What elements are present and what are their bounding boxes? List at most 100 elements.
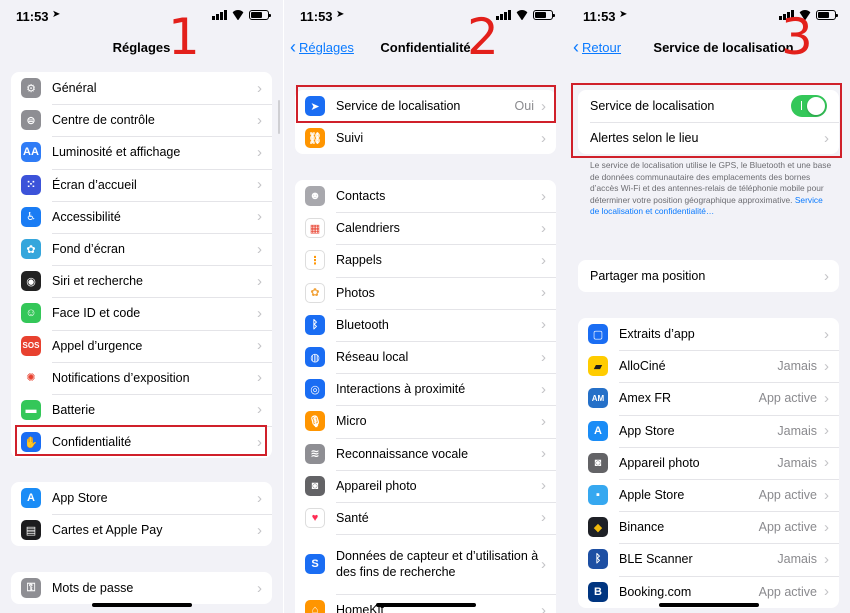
settings-row-privacy[interactable]: ✋ Confidentialité › [11,426,272,458]
chevron-right-icon: › [257,272,262,290]
row-label: Général [52,81,97,96]
settings-row-emergency-sos[interactable]: SOS Appel d’urgence › [11,329,272,362]
location-services-panel: 11:53 ➤ ‹ Retour Service de localisation … [567,0,850,613]
app-row-allocine[interactable]: ▰ AlloCiné Jamais › [578,350,839,382]
status-icons [212,10,271,20]
aa-icon: AA [21,142,41,163]
row-value: App active [758,391,817,406]
location-services-toggle[interactable] [791,95,827,118]
settings-row-tracking[interactable]: ⛓ Suivi › [295,122,556,154]
settings-row-local-network[interactable]: ◍ Réseau local › [295,340,556,373]
allocine-icon: ▰ [588,356,608,377]
settings-row-control-center[interactable]: ⊜ Centre de contrôle › [11,104,272,136]
nearby-icon: ◎ [305,379,325,400]
settings-row-camera[interactable]: ◙ Appareil photo › [295,469,556,502]
row-label: Données de capteur et d’utilisation à de… [336,549,539,580]
settings-row-location-alerts[interactable]: Alertes selon le lieu › [578,122,839,154]
bluetooth-icon: ᛒ [305,314,325,335]
settings-row-siri[interactable]: ◉ Siri et recherche › [11,265,272,297]
settings-row-location-services[interactable]: ➤ Service de localisation Oui › [295,90,556,122]
chevron-right-icon: › [257,304,262,322]
settings-row-photos[interactable]: ✿ Photos › [295,276,556,309]
row-label: Cartes et Apple Pay [52,523,163,538]
settings-row-accessibility[interactable]: ♿ Accessibilité › [11,200,272,233]
chevron-right-icon: › [824,454,829,472]
settings-row-research[interactable]: S Données de capteur et d’utilisation à d… [295,534,556,594]
chevron-right-icon: › [257,176,262,194]
settings-row-display[interactable]: AA Luminosité et affichage › [11,136,272,168]
settings-row-health[interactable]: ♥ Santé › [295,501,556,534]
chevron-right-icon: › [541,187,546,205]
chevron-right-icon: › [824,325,829,343]
app-store-icon: A [21,488,41,509]
chevron-right-icon: › [541,445,546,463]
row-label: Calendriers [336,221,400,236]
app-row-app-store[interactable]: A App Store Jamais › [578,414,839,447]
app-row-ble-scanner[interactable]: ᛒ BLE Scanner Jamais › [578,543,839,575]
app-clip-icon: ▢ [588,324,608,345]
row-label: Service de localisation [590,99,715,114]
chevron-right-icon: › [541,316,546,334]
chevron-right-icon: › [541,97,546,115]
chevron-right-icon: › [541,251,546,269]
settings-group: ⚿ Mots de passe › [11,572,272,605]
app-row-app-clips[interactable]: ▢ Extraits d’app › [578,318,839,350]
battery-status-icon [533,10,555,20]
chevron-right-icon: › [824,267,829,285]
chevron-right-icon: › [541,348,546,366]
home-indicator [658,603,759,607]
settings-row-exposure[interactable]: ✺ Notifications d’exposition › [11,361,272,394]
chevron-right-icon: › [824,583,829,601]
row-label: Suivi [336,131,364,146]
toggles-icon: ⊜ [21,110,41,131]
settings-row-wallet[interactable]: ▤ Cartes et Apple Pay › [11,514,272,546]
settings-row-bluetooth[interactable]: ᛒ Bluetooth › [295,308,556,341]
row-label: BLE Scanner [619,552,693,567]
key-icon: ⚿ [21,578,41,599]
row-label: Réseau local [336,350,409,365]
row-label: Appel d’urgence [52,338,143,353]
chevron-right-icon: › [541,380,546,398]
row-label: Photos [336,285,375,300]
settings-row-passwords[interactable]: ⚿ Mots de passe › [11,572,272,604]
calendar-icon: ▦ [305,218,325,239]
chevron-right-icon: › [824,486,829,504]
chevron-right-icon: › [257,369,262,387]
chevron-right-icon: › [257,521,262,539]
row-label: Santé [336,510,369,525]
grid-icon: ⁙ [21,174,41,195]
settings-row-contacts[interactable]: ☻ Contacts › [295,180,556,212]
row-label: Partager ma position [590,269,706,284]
booking-icon: B [588,581,608,602]
camera-icon: ◙ [305,475,325,496]
row-value: Jamais [777,423,817,438]
settings-row-wallpaper[interactable]: ✿ Fond d’écran › [11,232,272,265]
binance-icon: ◆ [588,517,608,538]
settings-group: A App Store › ▤ Cartes et Apple Pay › [11,482,272,547]
settings-row-reminders[interactable]: ⋮ Rappels › [295,244,556,276]
app-row-amex[interactable]: AM Amex FR App active › [578,382,839,414]
battery-status-icon [816,10,838,20]
privacy-panel: 11:53 ➤ ‹ Réglages Confidentialité 2 ➤ Ser… [284,0,567,613]
app-row-apple-store[interactable]: ▪ Apple Store App active › [578,478,839,511]
settings-row-share-location[interactable]: Partager ma position › [578,260,839,292]
settings-row-microphone[interactable]: 🎙 Micro › [295,405,556,437]
settings-row-face-id[interactable]: ☺ Face ID et code › [11,297,272,329]
wifi-icon [515,10,529,20]
settings-row-calendars[interactable]: ▦ Calendriers › [295,212,556,244]
settings-row-general[interactable]: ⚙ Général › [11,72,272,104]
app-row-binance[interactable]: ◆ Binance App active › [578,511,839,543]
location-arrow-icon: ➤ [336,9,345,20]
row-value: Jamais [777,455,817,470]
app-row-camera[interactable]: ◙ Appareil photo Jamais › [578,446,839,479]
row-label: Bluetooth [336,317,389,332]
settings-row-home-screen[interactable]: ⁙ Écran d’accueil › [11,168,272,201]
settings-row-speech[interactable]: ≋ Reconnaissance vocale › [295,437,556,470]
chevron-right-icon: › [824,518,829,536]
settings-group: Partager ma position › [578,260,839,293]
status-icons [496,10,555,20]
row-label: AlloCiné [619,359,666,374]
settings-row-nearby[interactable]: ◎ Interactions à proximité › [295,373,556,405]
settings-row-battery[interactable]: ▬ Batterie › [11,393,272,426]
settings-row-app-store[interactable]: A App Store › [11,482,272,514]
